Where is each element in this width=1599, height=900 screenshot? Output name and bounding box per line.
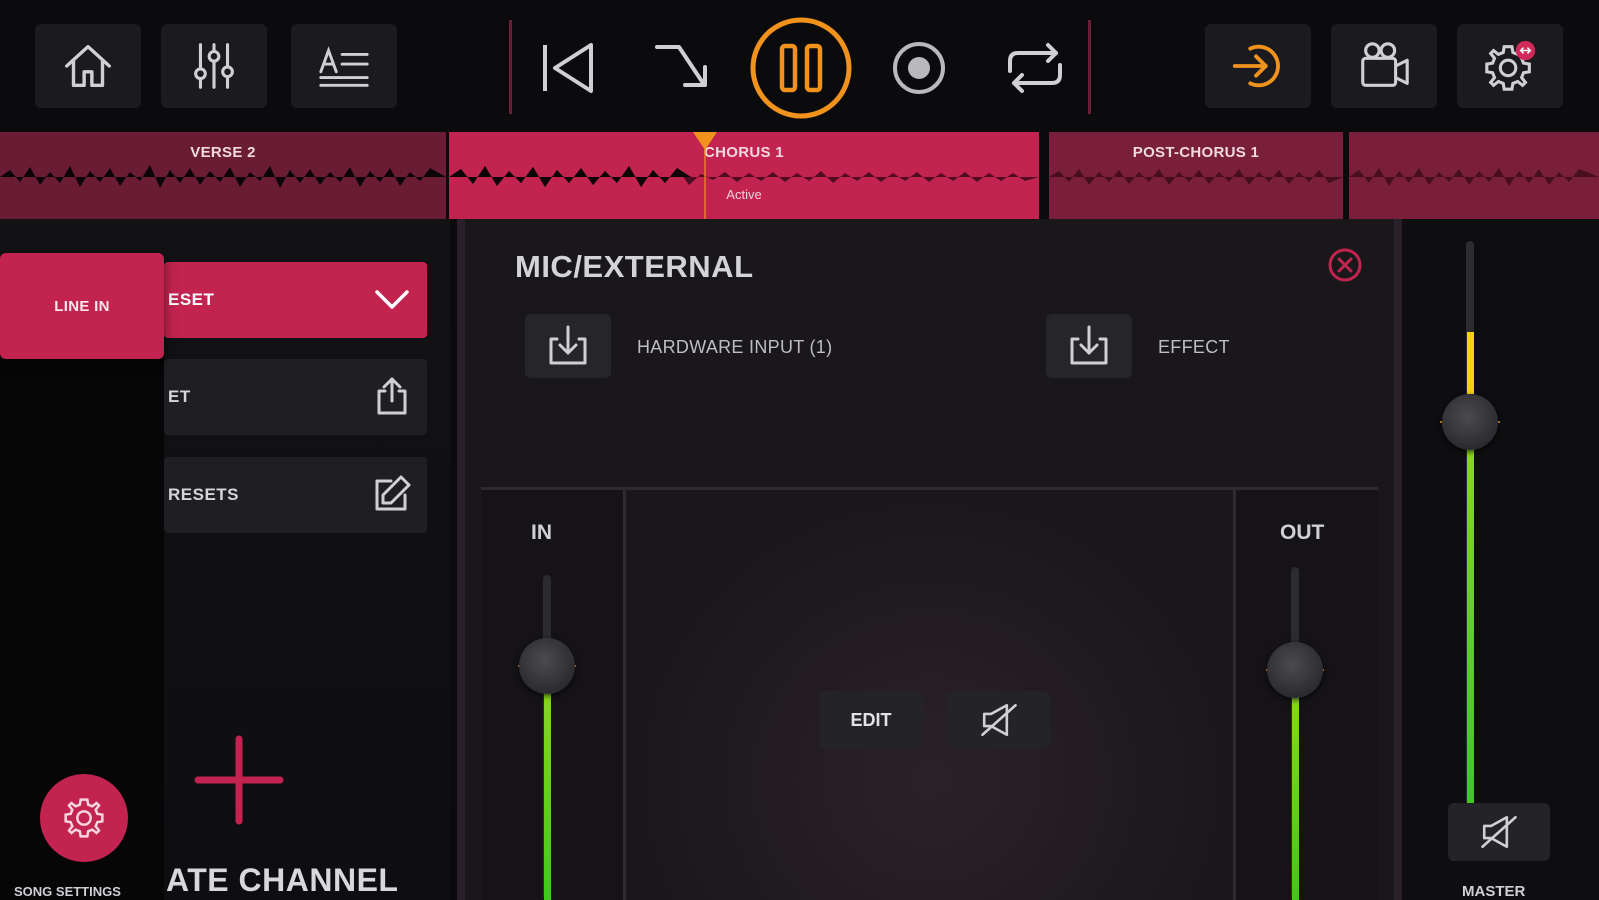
song-timeline[interactable]: VERSE 2 CHORUS 1 Active POST-CHORUS 1 (0, 132, 1599, 219)
create-channel-button[interactable] (194, 735, 284, 825)
share-preset-label: ET (168, 387, 191, 406)
timeline-section-verse-2[interactable]: VERSE 2 (0, 132, 446, 219)
mute-button[interactable] (948, 691, 1050, 749)
home-button[interactable] (35, 24, 141, 108)
hardware-input-label: HARDWARE INPUT (1) (637, 337, 833, 357)
camera-icon (1361, 42, 1409, 87)
plus-icon (194, 735, 284, 825)
out-label: OUT (1280, 521, 1325, 544)
chevron-down-icon (375, 290, 409, 309)
in-fader-knob[interactable] (519, 638, 575, 694)
edit-presets-row[interactable]: RESETS (164, 457, 427, 533)
toolbar-divider (509, 20, 512, 114)
in-level-meter (544, 692, 551, 900)
section-label: VERSE 2 (190, 144, 256, 161)
line-in-tab[interactable]: LINE IN (0, 253, 164, 359)
edit-button[interactable]: EDIT (820, 691, 922, 749)
share-icon (377, 377, 407, 415)
channel-title: MIC/EXTERNAL (515, 249, 754, 284)
effect-button[interactable] (1046, 314, 1132, 378)
mute-speaker-icon (1481, 815, 1517, 849)
line-in-label: LINE IN (54, 297, 110, 315)
hardware-input-button[interactable] (525, 314, 611, 378)
out-fader-knob[interactable] (1267, 642, 1323, 699)
close-button[interactable] (1327, 247, 1363, 283)
preset-label: ESET (168, 290, 215, 309)
record-button[interactable] (867, 20, 971, 116)
lyrics-button[interactable] (291, 24, 397, 108)
timeline-section-next[interactable] (1349, 132, 1599, 219)
record-icon (893, 42, 945, 94)
jump-arrow-icon (655, 45, 707, 87)
mute-speaker-icon (981, 703, 1017, 737)
camera-button[interactable] (1331, 24, 1437, 108)
pause-button[interactable] (749, 17, 853, 119)
create-channel-label: ATE CHANNEL (166, 862, 399, 898)
loop-button[interactable] (983, 20, 1087, 116)
preset-dropdown[interactable]: ESET (164, 262, 427, 338)
in-strip (481, 490, 626, 900)
gear-icon (64, 798, 104, 838)
pause-icon (750, 17, 852, 119)
song-settings-button[interactable] (40, 774, 128, 862)
master-level-meter (1467, 447, 1474, 806)
lyrics-text-icon (319, 46, 369, 87)
skip-back-icon (543, 43, 593, 93)
download-icon (1070, 325, 1108, 365)
edit-label: EDIT (850, 709, 892, 730)
song-settings-label: SONG SETTINGS (14, 884, 121, 899)
waveform (1349, 168, 1599, 186)
share-preset-row[interactable]: ET (164, 359, 427, 435)
master-panel: MASTER (1402, 219, 1599, 900)
input-arrow-icon (1232, 44, 1280, 88)
gear-icon (1485, 40, 1536, 91)
section-label: POST-CHORUS 1 (1132, 144, 1260, 161)
section-label: CHORUS 1 (704, 144, 784, 161)
mixer-sliders-icon (194, 43, 234, 89)
effect-area (629, 490, 1233, 900)
download-icon (549, 325, 587, 365)
master-label: MASTER (1462, 883, 1526, 900)
in-label: IN (531, 521, 552, 544)
mixer-button[interactable] (161, 24, 267, 108)
section-status: Active (726, 187, 762, 202)
edit-presets-label: RESETS (168, 485, 240, 504)
channel-editor-panel: MIC/EXTERNAL HARDWARE INPUT (1) EFFECT I… (457, 219, 1402, 900)
effect-label: EFFECT (1158, 337, 1230, 357)
timeline-section-post-chorus-1[interactable]: POST-CHORUS 1 (1049, 132, 1343, 219)
close-icon (1328, 248, 1362, 282)
edit-icon (375, 475, 411, 511)
home-icon (65, 44, 111, 88)
out-level-meter (1292, 696, 1299, 900)
jump-button[interactable] (632, 20, 736, 116)
app-root: VERSE 2 CHORUS 1 Active POST-CHORUS 1 ES… (0, 0, 1599, 900)
master-meter-yellow (1467, 331, 1474, 394)
timeline-section-chorus-1[interactable]: CHORUS 1 Active (449, 132, 1039, 219)
skip-back-button[interactable] (514, 20, 618, 116)
loop-icon (1008, 43, 1062, 93)
master-mute-button[interactable] (1448, 803, 1550, 861)
playhead-marker[interactable] (693, 132, 717, 150)
settings-button[interactable] (1457, 24, 1563, 108)
input-button[interactable] (1205, 24, 1311, 108)
mixer-area (481, 487, 1378, 900)
master-fader-knob[interactable] (1442, 393, 1498, 450)
toolbar-divider (1088, 20, 1091, 114)
